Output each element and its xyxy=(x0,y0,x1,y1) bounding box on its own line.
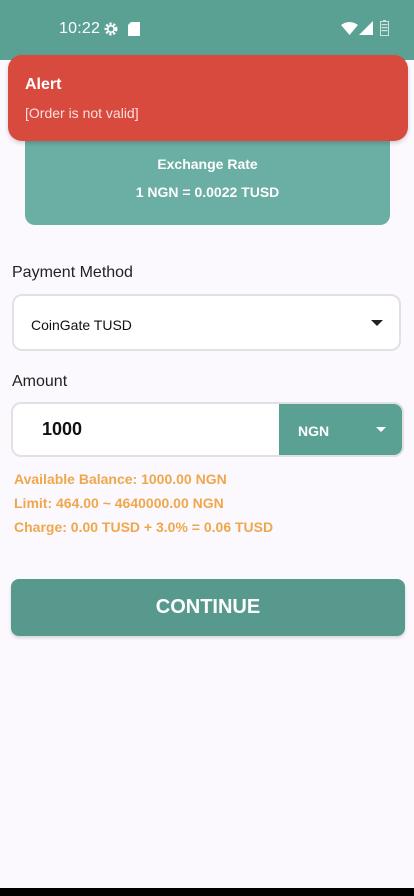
payment-method-select[interactable]: CoinGate TUSD xyxy=(12,294,401,351)
dropdown-arrow-icon xyxy=(371,320,383,326)
amount-label: Amount xyxy=(12,373,68,390)
currency-value: NGN xyxy=(298,423,330,439)
payment-method-value: CoinGate TUSD xyxy=(31,317,132,333)
wifi-icon xyxy=(341,22,358,35)
exchange-rate-value: 1 NGN = 0.0022 TUSD xyxy=(135,184,280,200)
sd-card-icon xyxy=(128,22,140,36)
available-balance-text: Available Balance: 1000.00 NGN xyxy=(14,471,227,487)
amount-input[interactable] xyxy=(13,404,279,455)
charge-text: Charge: 0.00 TUSD + 3.0% = 0.06 TUSD xyxy=(14,519,274,535)
amount-field-group: NGN xyxy=(11,402,404,457)
gear-icon xyxy=(104,22,118,36)
exchange-rate-title: Exchange Rate xyxy=(157,156,258,172)
alert-banner[interactable]: Alert [Order is not valid] xyxy=(8,55,408,141)
status-bar: 10:22 xyxy=(0,0,414,58)
signal-icon xyxy=(359,21,373,35)
continue-button[interactable]: CONTINUE xyxy=(11,579,405,636)
system-navigation-bar xyxy=(0,888,414,896)
exchange-rate-card: Exchange Rate 1 NGN = 0.0022 TUSD xyxy=(25,140,390,225)
battery-icon xyxy=(380,20,389,36)
status-time: 10:22 xyxy=(59,20,101,37)
limit-text: Limit: 464.00 ~ 4640000.00 NGN xyxy=(14,495,224,511)
currency-select[interactable]: NGN xyxy=(279,404,402,455)
alert-title: Alert xyxy=(25,76,62,93)
dropdown-arrow-icon xyxy=(376,427,386,432)
alert-message: [Order is not valid] xyxy=(25,105,139,121)
payment-method-label: Payment Method xyxy=(12,264,133,281)
